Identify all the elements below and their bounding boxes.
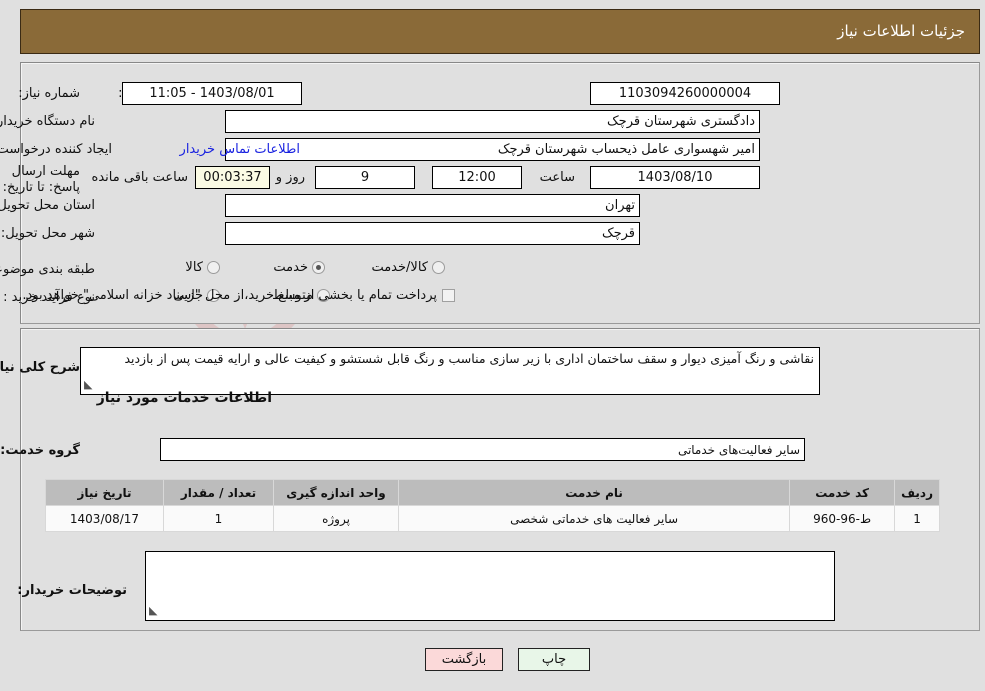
radio-kala-icon	[207, 261, 220, 274]
province-label: استان محل تحویل:	[0, 198, 95, 213]
days-and-label: روز و	[275, 170, 305, 185]
deadline-time-value: 12:00	[432, 166, 522, 189]
category-label: طبقه بندی موضوعی:	[0, 262, 95, 277]
treasury-docs-checkbox-group[interactable]: پرداخت تمام یا بخشی از مبلغ خرید،از محل …	[22, 288, 455, 303]
need-number-label: شماره نیاز:	[18, 86, 80, 101]
print-button[interactable]: چاپ	[518, 648, 590, 671]
col-unit: واحد اندازه گیری	[273, 479, 399, 506]
days-remaining-value: 9	[315, 166, 415, 189]
description-textarea[interactable]: نقاشی و رنگ آمیزی دیوار و سقف ساختمان اد…	[80, 347, 820, 395]
treasury-checkbox-label: پرداخت تمام یا بخشی از مبلغ خرید،از محل …	[22, 288, 437, 303]
radio-kala-khedmat-icon	[432, 261, 445, 274]
services-table: ردیف کد خدمت نام خدمت واحد اندازه گیری ت…	[45, 479, 940, 532]
back-button[interactable]: بازگشت	[425, 648, 503, 671]
cell-unit: پروژه	[273, 505, 399, 532]
col-name: نام خدمت	[397, 479, 791, 506]
col-qty: تعداد / مقدار	[163, 479, 274, 506]
services-section-heading: اطلاعات خدمات مورد نیاز	[96, 390, 272, 406]
page-title: جزئیات اطلاعات نیاز	[837, 22, 965, 40]
buyer-contact-link[interactable]: اطلاعات تماس خریدار	[180, 142, 300, 157]
service-group-value: سایر فعالیت‌های خدماتی	[160, 438, 805, 461]
deadline-date-value: 1403/08/10	[590, 166, 760, 189]
buyer-org-value: دادگستری شهرستان قرچک	[225, 110, 760, 133]
category-radio-kala[interactable]: کالا	[185, 260, 220, 275]
table-row[interactable]: 1 ط-96-960 سایر فعالیت های خدماتی شخصی پ…	[45, 505, 940, 532]
page-header-bar: جزئیات اطلاعات نیاز	[20, 9, 980, 54]
cell-name: سایر فعالیت های خدماتی شخصی	[397, 505, 791, 532]
city-value: قرچک	[225, 222, 640, 245]
countdown-timer: 00:03:37	[195, 166, 270, 189]
col-date: تاریخ نیاز	[45, 479, 164, 506]
col-code: کد خدمت	[789, 479, 896, 506]
description-label: شرح کلی نیاز:	[0, 360, 80, 375]
service-group-label: گروه خدمت:	[0, 443, 80, 458]
creator-value: امیر شهسواری عامل ذیحساب شهرستان قرچک	[225, 138, 760, 161]
resize-handle-icon[interactable]: ◢	[149, 602, 157, 619]
province-value: تهران	[225, 194, 640, 217]
remaining-hours-label: ساعت باقی مانده	[91, 170, 188, 185]
page-root: AriaTender.net جزئیات اطلاعات نیاز شماره…	[0, 0, 985, 691]
checkbox-treasury-icon[interactable]	[442, 289, 455, 302]
resize-handle-icon[interactable]: ◢	[84, 376, 92, 393]
creator-label: ایجاد کننده درخواست:	[0, 142, 112, 157]
radio-khedmat-icon	[312, 261, 325, 274]
cell-qty: 1	[163, 505, 274, 532]
city-label: شهر محل تحویل:	[0, 226, 95, 241]
announce-value: 1403/08/01 - 11:05	[122, 82, 302, 105]
need-number-value: 1103094260000004	[590, 82, 780, 105]
cell-date: 1403/08/17	[45, 505, 164, 532]
category-radio-kala-khedmat[interactable]: کالا/خدمت	[371, 260, 445, 275]
buyer-comments-textarea[interactable]: ◢	[145, 551, 835, 621]
deadline-label: مهلت ارسال پاسخ: تا تاریخ:	[2, 164, 80, 195]
table-header-row: ردیف کد خدمت نام خدمت واحد اندازه گیری ت…	[45, 479, 940, 506]
category-option-label: کالا	[185, 260, 203, 275]
hour-label: ساعت	[539, 170, 575, 185]
category-radio-khedmat[interactable]: خدمت	[273, 260, 325, 275]
cell-row: 1	[894, 505, 940, 532]
category-option-label: خدمت	[273, 260, 308, 275]
buyer-comments-label: توضیحات خریدار:	[17, 583, 127, 598]
buyer-org-label: نام دستگاه خریدار:	[0, 114, 95, 129]
cell-code: ط-96-960	[789, 505, 896, 532]
col-row: ردیف	[894, 479, 940, 506]
category-option-label: کالا/خدمت	[371, 260, 428, 275]
description-text: نقاشی و رنگ آمیزی دیوار و سقف ساختمان اد…	[124, 351, 814, 366]
